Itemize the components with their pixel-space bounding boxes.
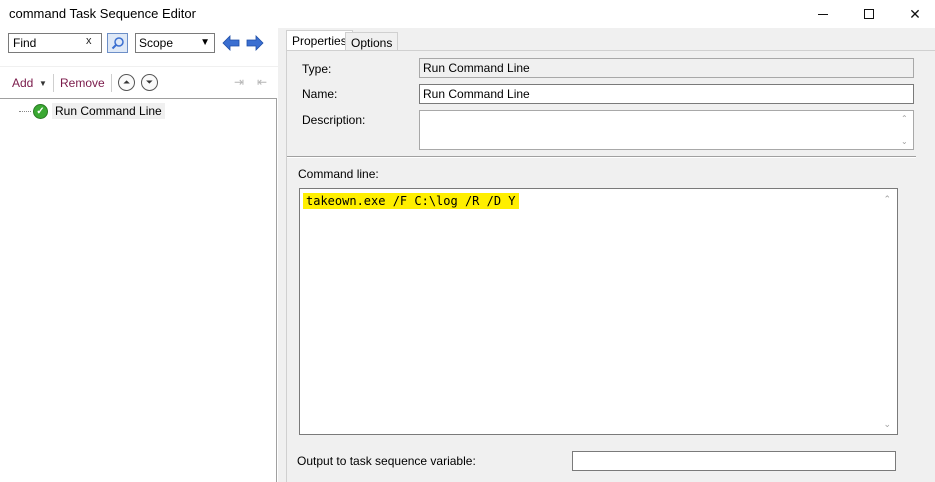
tree-connector	[19, 110, 31, 112]
right-pane: Properties Options Type: Run Command Lin…	[284, 28, 935, 482]
find-previous-button[interactable]	[221, 33, 241, 53]
add-dropdown-icon[interactable]: ▼	[39, 79, 47, 88]
maximize-button[interactable]	[846, 0, 892, 28]
left-pane: x Scope ▼ Add ▼ Remove ⏶ ⏷	[0, 28, 278, 482]
scroll-up-icon[interactable]: ⌃	[883, 194, 891, 205]
chevron-down-icon: ▼	[200, 37, 210, 48]
command-line-label: Command line:	[298, 167, 379, 181]
indent-icon[interactable]: ⇥	[234, 75, 250, 91]
scroll-up-icon[interactable]: ⌃	[901, 114, 911, 123]
output-variable-field[interactable]	[572, 451, 896, 471]
maximize-icon	[864, 9, 874, 19]
move-down-button[interactable]: ⏷	[141, 74, 158, 91]
description-label: Description:	[302, 113, 366, 127]
name-label: Name:	[302, 87, 338, 101]
name-field[interactable]: Run Command Line	[419, 84, 914, 104]
tab-options[interactable]: Options	[345, 32, 399, 51]
description-field[interactable]: ⌃ ⌄	[419, 110, 914, 150]
tree-item-run-command-line[interactable]: ✓ Run Command Line	[19, 102, 165, 120]
arrow-left-icon	[222, 35, 240, 51]
outdent-icon[interactable]: ⇤	[257, 75, 273, 91]
add-button[interactable]: Add	[12, 76, 33, 90]
move-up-button[interactable]: ⏶	[118, 74, 135, 91]
move-down-icon: ⏷	[145, 77, 154, 87]
move-up-icon: ⏶	[122, 77, 131, 87]
window-title: command Task Sequence Editor	[9, 6, 196, 21]
type-label: Type:	[302, 62, 332, 76]
toolbar-separator	[111, 74, 112, 92]
close-button[interactable]: ✕	[892, 0, 935, 28]
type-field: Run Command Line	[419, 58, 914, 78]
scroll-down-icon[interactable]: ⌄	[901, 137, 911, 146]
minimize-button[interactable]	[800, 0, 846, 28]
command-line-textarea[interactable]: takeown.exe /F C:\log /R /D Y ⌃ ⌄	[299, 188, 898, 435]
magnifier-icon	[111, 37, 124, 50]
actions-toolbar: Add ▼ Remove ⏶ ⏷ ⇥ ⇤	[0, 70, 278, 96]
minimize-icon	[818, 13, 828, 15]
arrow-right-icon	[246, 35, 264, 51]
output-variable-label: Output to task sequence variable:	[297, 454, 476, 468]
search-button[interactable]	[107, 33, 128, 53]
remove-button[interactable]: Remove	[60, 76, 105, 90]
toolbar-separator	[53, 74, 54, 92]
task-sequence-tree[interactable]: ✓ Run Command Line	[0, 98, 277, 482]
search-toolbar: x Scope ▼	[0, 28, 278, 62]
tab-properties[interactable]: Properties	[286, 30, 353, 52]
command-line-text: takeown.exe /F C:\log /R /D Y	[303, 193, 519, 209]
scope-value: Scope	[139, 36, 174, 50]
find-next-button[interactable]	[245, 33, 265, 53]
scroll-down-icon[interactable]: ⌄	[883, 419, 891, 430]
title-bar: command Task Sequence Editor ✕	[0, 0, 935, 28]
check-circle-icon: ✓	[33, 103, 48, 119]
section-divider-highlight	[287, 157, 916, 158]
properties-panel: Type: Run Command Line Name: Run Command…	[286, 50, 935, 482]
close-icon: ✕	[909, 5, 921, 22]
find-clear-button[interactable]: x	[86, 35, 92, 47]
toolbar-divider	[0, 66, 278, 67]
scope-dropdown[interactable]: Scope ▼	[135, 33, 215, 53]
tree-item-label: Run Command Line	[52, 103, 165, 119]
